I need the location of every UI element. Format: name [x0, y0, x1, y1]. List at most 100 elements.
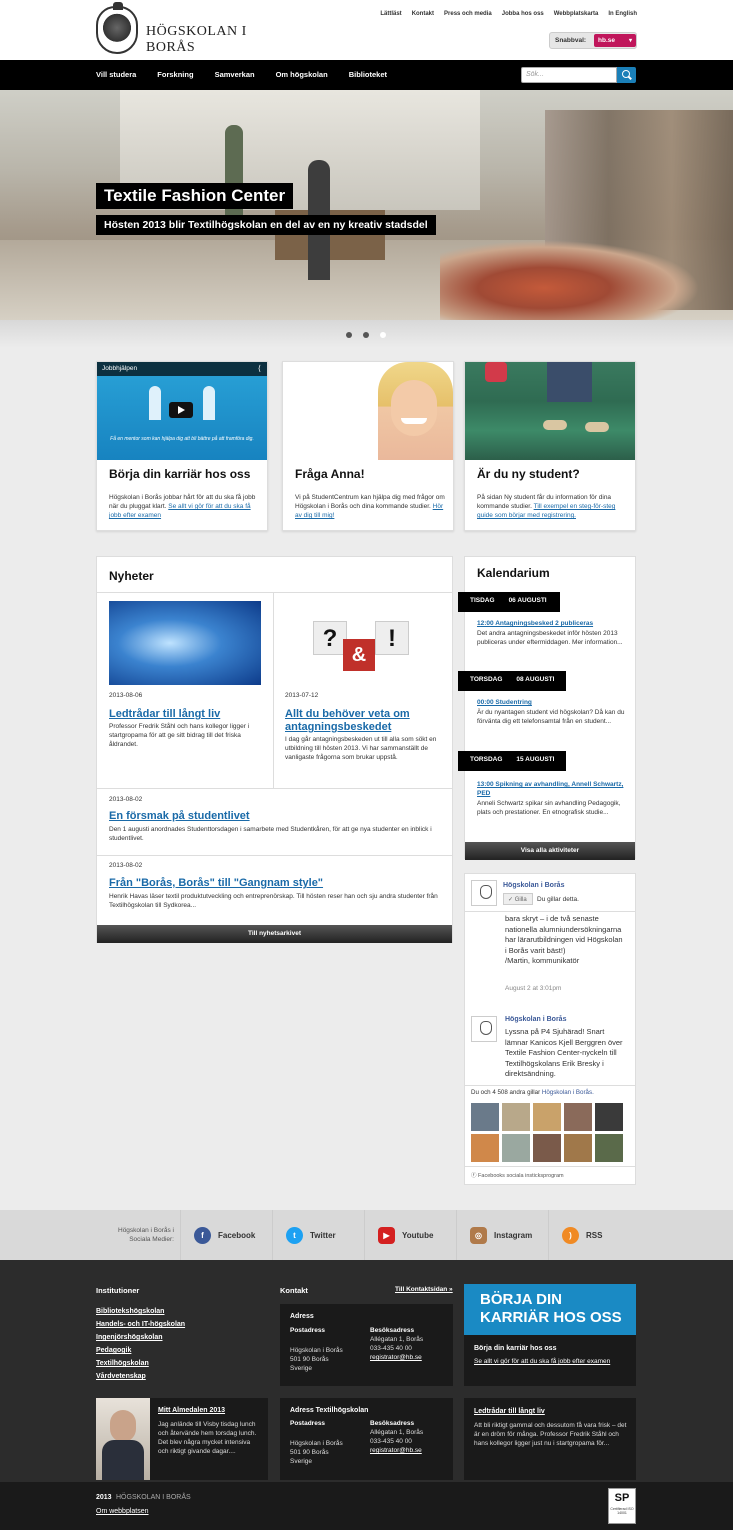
institution-link[interactable]: Vårdvetenskap: [96, 1373, 146, 1380]
search-icon[interactable]: [617, 67, 636, 83]
fan-avatar[interactable]: [471, 1134, 499, 1162]
top-link-kontakt[interactable]: Kontakt: [412, 11, 434, 17]
news-date: 2013-08-02: [109, 862, 143, 869]
calendar-event-title[interactable]: 00:00 Studentring: [477, 698, 627, 707]
calendar-section: Kalendarium TISDAG 06 AUGUSTI 12:00 Antag…: [458, 556, 636, 860]
news-title[interactable]: Ledtrådar till långt liv: [109, 708, 269, 721]
quick-select-dropdown[interactable]: hb.se ▾: [594, 34, 636, 47]
institution-link[interactable]: Ingenjörshögskolan: [96, 1334, 163, 1341]
slider-dot-active[interactable]: [380, 332, 386, 338]
nav-vill-studera[interactable]: Vill studera: [96, 70, 136, 79]
institutions-heading: Institutioner: [96, 1286, 140, 1295]
fan-avatar[interactable]: [564, 1134, 592, 1162]
address-textile-box: Adress Textilhögskolan Postadress Högsko…: [280, 1398, 453, 1480]
facebook-widget: Högskolan i Borås ✓ Gilla Du gillar dett…: [464, 873, 636, 1185]
contact-page-link[interactable]: Till Kontaktsidan »: [395, 1286, 453, 1293]
card-text: Vi på StudentCentrum kan hjälpa dig med …: [295, 494, 445, 519]
fan-avatar[interactable]: [533, 1103, 561, 1131]
fan-avatar[interactable]: [471, 1103, 499, 1131]
social-rss[interactable]: ) RSS: [562, 1227, 602, 1244]
news-title[interactable]: Allt du behöver veta om antagningsbesked…: [285, 708, 445, 734]
anna-photo: [283, 362, 453, 460]
blog-title[interactable]: Mitt Almedalen 2013: [158, 1407, 225, 1414]
nav-forskning[interactable]: Forskning: [157, 70, 193, 79]
calendar-all-button[interactable]: Visa alla aktiviteter: [465, 842, 635, 860]
top-link-press[interactable]: Press och media: [444, 11, 492, 17]
card-title[interactable]: Börja din karriär hos oss: [109, 467, 250, 481]
logo[interactable]: HÖGSKOLAN I BORÅS: [96, 2, 296, 56]
calendar-event-text: Det andra antagningsbeskedet inför höste…: [477, 630, 623, 646]
bottom-bar: 2013 HÖGSKOLAN I BORÅS Om webbplatsen SP…: [0, 1482, 733, 1530]
institution-link[interactable]: Textilhögskolan: [96, 1360, 149, 1367]
fan-avatar[interactable]: [595, 1134, 623, 1162]
email-link[interactable]: registrator@hb.se: [370, 1353, 422, 1362]
institution-link[interactable]: Bibliotekshögskolan: [96, 1308, 164, 1315]
career-link[interactable]: Se allt vi gör för att du ska få jobb ef…: [474, 1358, 610, 1365]
career-banner[interactable]: BÖRJA DIN KARRIÄR HOS OSS: [464, 1284, 636, 1335]
top-link-lattlast[interactable]: Lättläst: [380, 11, 401, 17]
slider-dot[interactable]: [346, 332, 352, 338]
fb-post-time[interactable]: August 2 at 3:01pm: [505, 985, 561, 992]
fb-post-name[interactable]: Högskolan i Borås: [505, 1016, 566, 1023]
fb-page-name[interactable]: Högskolan i Borås: [503, 882, 564, 889]
quick-select: Snabbval: hb.se ▾: [549, 32, 637, 49]
news-archive-button[interactable]: Till nyhetsarkivet: [97, 925, 452, 943]
fb-post-avatar[interactable]: [471, 1016, 497, 1042]
social-twitter[interactable]: t Twitter: [286, 1227, 336, 1244]
calendar-event-title[interactable]: 13:00 Spikning av avhandling, Annell Sch…: [477, 780, 627, 798]
copyright-year: 2013: [96, 1494, 112, 1501]
calendar-event-title[interactable]: 12:00 Antagningsbesked 2 publiceras: [477, 619, 627, 628]
calendar-date-tag: TORSDAG 15 AUGUSTI: [458, 751, 566, 771]
card-title[interactable]: Fråga Anna!: [295, 467, 365, 481]
news-date: 2013-08-02: [109, 796, 143, 803]
news-title[interactable]: En försmak på studentlivet: [109, 810, 439, 823]
crest-icon: [96, 2, 138, 54]
top-links: Lättläst Kontakt Press och media Jobba h…: [380, 11, 637, 17]
institution-link[interactable]: Handels- och IT-högskolan: [96, 1321, 185, 1328]
fan-avatar[interactable]: [564, 1103, 592, 1131]
top-link-jobba[interactable]: Jobba hos oss: [502, 11, 544, 17]
nav-om-hogskolan[interactable]: Om högskolan: [276, 70, 328, 79]
blog-box: Mitt Almedalen 2013 Jag anlände till Vis…: [96, 1398, 268, 1480]
fan-avatar[interactable]: [595, 1103, 623, 1131]
social-youtube[interactable]: ▶ Youtube: [378, 1227, 433, 1244]
video-thumbnail[interactable]: Jobbhjälpen ⟨ Få en mentor som kan hjälp…: [97, 362, 267, 460]
fan-avatar[interactable]: [533, 1134, 561, 1162]
fb-like-status: Du gillar detta.: [537, 896, 579, 903]
card-title[interactable]: Är du ny student?: [477, 467, 580, 481]
card-anna: Fråga Anna! Vi på StudentCentrum kan hjä…: [282, 361, 454, 531]
play-icon[interactable]: [169, 402, 193, 418]
hero-subtitle[interactable]: Hösten 2013 blir Textilhögskolan en del …: [96, 215, 436, 235]
dna-image[interactable]: [109, 601, 261, 685]
footer-news-text: Att bli riktigt gammal och dessutom få v…: [474, 1422, 627, 1447]
blog-photo[interactable]: [96, 1398, 150, 1480]
search-input[interactable]: Sök...: [521, 67, 617, 83]
social-facebook[interactable]: f Facebook: [194, 1227, 255, 1244]
hero-slider[interactable]: Textile Fashion Center Hösten 2013 blir …: [0, 90, 733, 320]
news-text: Henrik Havas läser textil produktutveckl…: [109, 893, 438, 909]
fb-page-avatar[interactable]: [471, 880, 497, 906]
top-link-english[interactable]: In English: [608, 11, 637, 17]
twitter-icon: t: [286, 1227, 303, 1244]
calendar-event-text: Anneli Schwartz spikar sin avhandling Pe…: [477, 800, 621, 816]
dice-image[interactable]: ? & !: [285, 601, 437, 685]
fan-avatar[interactable]: [502, 1103, 530, 1131]
fb-plugin-label[interactable]: ⓕ Facebooks sociala insticksprogram: [471, 1171, 564, 1179]
hero-title[interactable]: Textile Fashion Center: [96, 183, 294, 209]
fb-like-button[interactable]: ✓ Gilla: [503, 893, 533, 905]
share-icon[interactable]: ⟨: [258, 364, 261, 373]
social-instagram[interactable]: ◎ Instagram: [470, 1227, 532, 1244]
nav-biblioteket[interactable]: Biblioteket: [349, 70, 387, 79]
slider-dot[interactable]: [363, 332, 369, 338]
top-link-webbplatskarta[interactable]: Webbplatskarta: [554, 11, 599, 17]
email-link[interactable]: registrator@hb.se: [370, 1446, 422, 1455]
footer-news-box: Ledtrådar till långt liv Att bli riktigt…: [464, 1398, 636, 1480]
institution-link[interactable]: Pedagogik: [96, 1347, 131, 1354]
slider-dots: [0, 320, 733, 348]
news-title[interactable]: Från "Borås, Borås" till "Gangnam style": [109, 877, 439, 890]
footer-news-title[interactable]: Ledtrådar till långt liv: [474, 1408, 545, 1415]
about-site-link[interactable]: Om webbplatsen: [96, 1508, 149, 1515]
fb-post-text: Lyssna på P4 Sjuhärad! Snart lämnar Kani…: [505, 1027, 623, 1078]
nav-samverkan[interactable]: Samverkan: [215, 70, 255, 79]
fan-avatar[interactable]: [502, 1134, 530, 1162]
